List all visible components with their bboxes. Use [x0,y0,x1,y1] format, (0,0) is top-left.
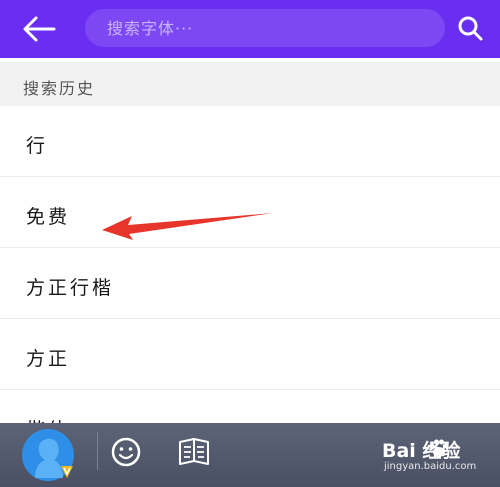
history-item-label: 方正 [26,348,71,370]
red-arrow-icon [102,213,273,240]
history-item[interactable]: 行 [0,106,500,177]
paw-logo-icon [429,439,449,457]
search-box[interactable] [85,9,445,47]
history-item-label: 方正行楷 [26,277,115,299]
baidu-jingyan-watermark: Bai 经验 jingyan.baidu.com [382,436,494,476]
back-arrow-icon[interactable] [20,12,60,46]
history-item-label: 免费 [26,206,71,228]
history-item-label: 行 [26,135,49,157]
search-input[interactable] [107,9,427,47]
smiley-icon[interactable] [110,436,142,468]
history-list: 行 免费 方正行楷 方正 楷体 [0,106,500,461]
top-bar [0,0,500,58]
search-icon[interactable] [456,14,486,44]
history-item[interactable]: 方正 [0,319,500,390]
history-title: 搜索历史 [23,79,96,98]
book-icon[interactable] [176,434,212,470]
toolbar-divider [97,432,98,470]
history-item[interactable]: 方正行楷 [0,248,500,319]
user-avatar-icon[interactable] [21,428,77,484]
watermark-url: jingyan.baidu.com [384,461,477,472]
history-section-header: 搜索历史 [0,62,500,106]
